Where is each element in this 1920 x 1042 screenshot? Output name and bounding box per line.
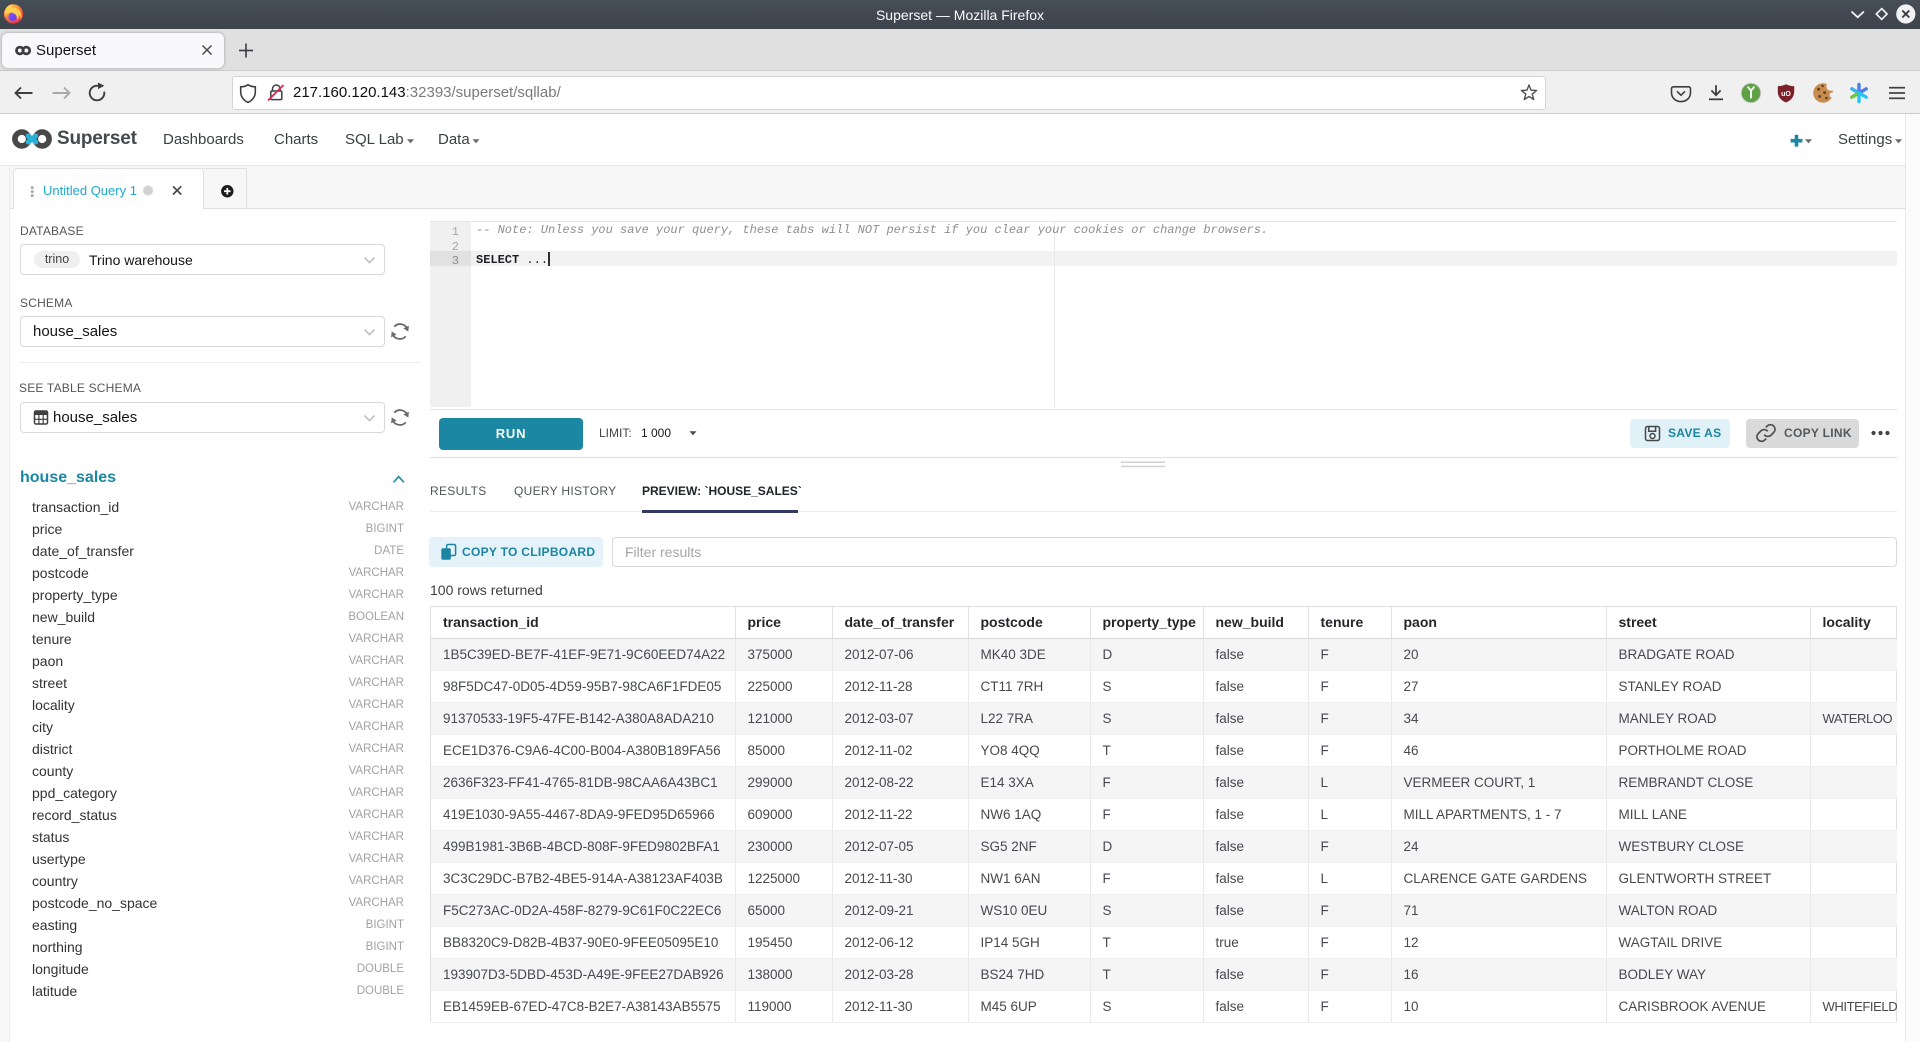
svg-text:uO: uO	[1781, 91, 1791, 98]
